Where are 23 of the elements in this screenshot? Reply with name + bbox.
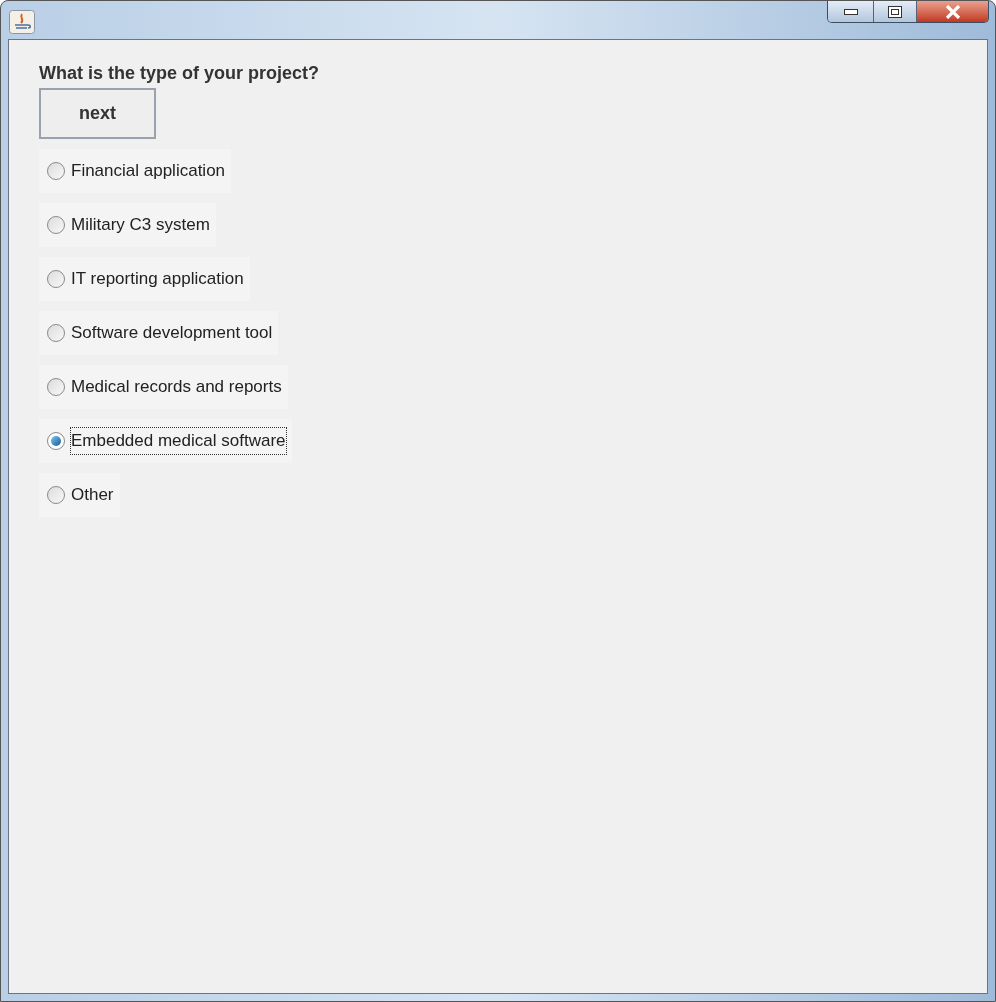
- radio-option[interactable]: Financial application: [39, 149, 232, 193]
- radio-option[interactable]: Medical records and reports: [39, 365, 288, 409]
- close-button[interactable]: [916, 1, 988, 22]
- next-button[interactable]: next: [39, 88, 156, 139]
- radio-option[interactable]: Other: [39, 473, 120, 517]
- radio-button[interactable]: [47, 270, 65, 288]
- maximize-button[interactable]: [873, 1, 916, 22]
- radio-button[interactable]: [47, 324, 65, 342]
- radio-button[interactable]: [47, 432, 65, 450]
- close-icon: [944, 4, 961, 19]
- app-icon[interactable]: [9, 10, 35, 34]
- minimize-icon: [843, 8, 858, 15]
- radio-button[interactable]: [47, 378, 65, 396]
- radio-button[interactable]: [47, 486, 65, 504]
- minimize-button[interactable]: [828, 1, 873, 22]
- radio-option[interactable]: Software development tool: [39, 311, 279, 355]
- radio-option[interactable]: Embedded medical software: [39, 419, 292, 463]
- maximize-icon: [888, 5, 902, 18]
- radio-button[interactable]: [47, 162, 65, 180]
- radio-option[interactable]: Military C3 system: [39, 203, 216, 247]
- radio-button[interactable]: [47, 216, 65, 234]
- radio-option[interactable]: IT reporting application: [39, 257, 250, 301]
- question-label: What is the type of your project?: [39, 62, 320, 84]
